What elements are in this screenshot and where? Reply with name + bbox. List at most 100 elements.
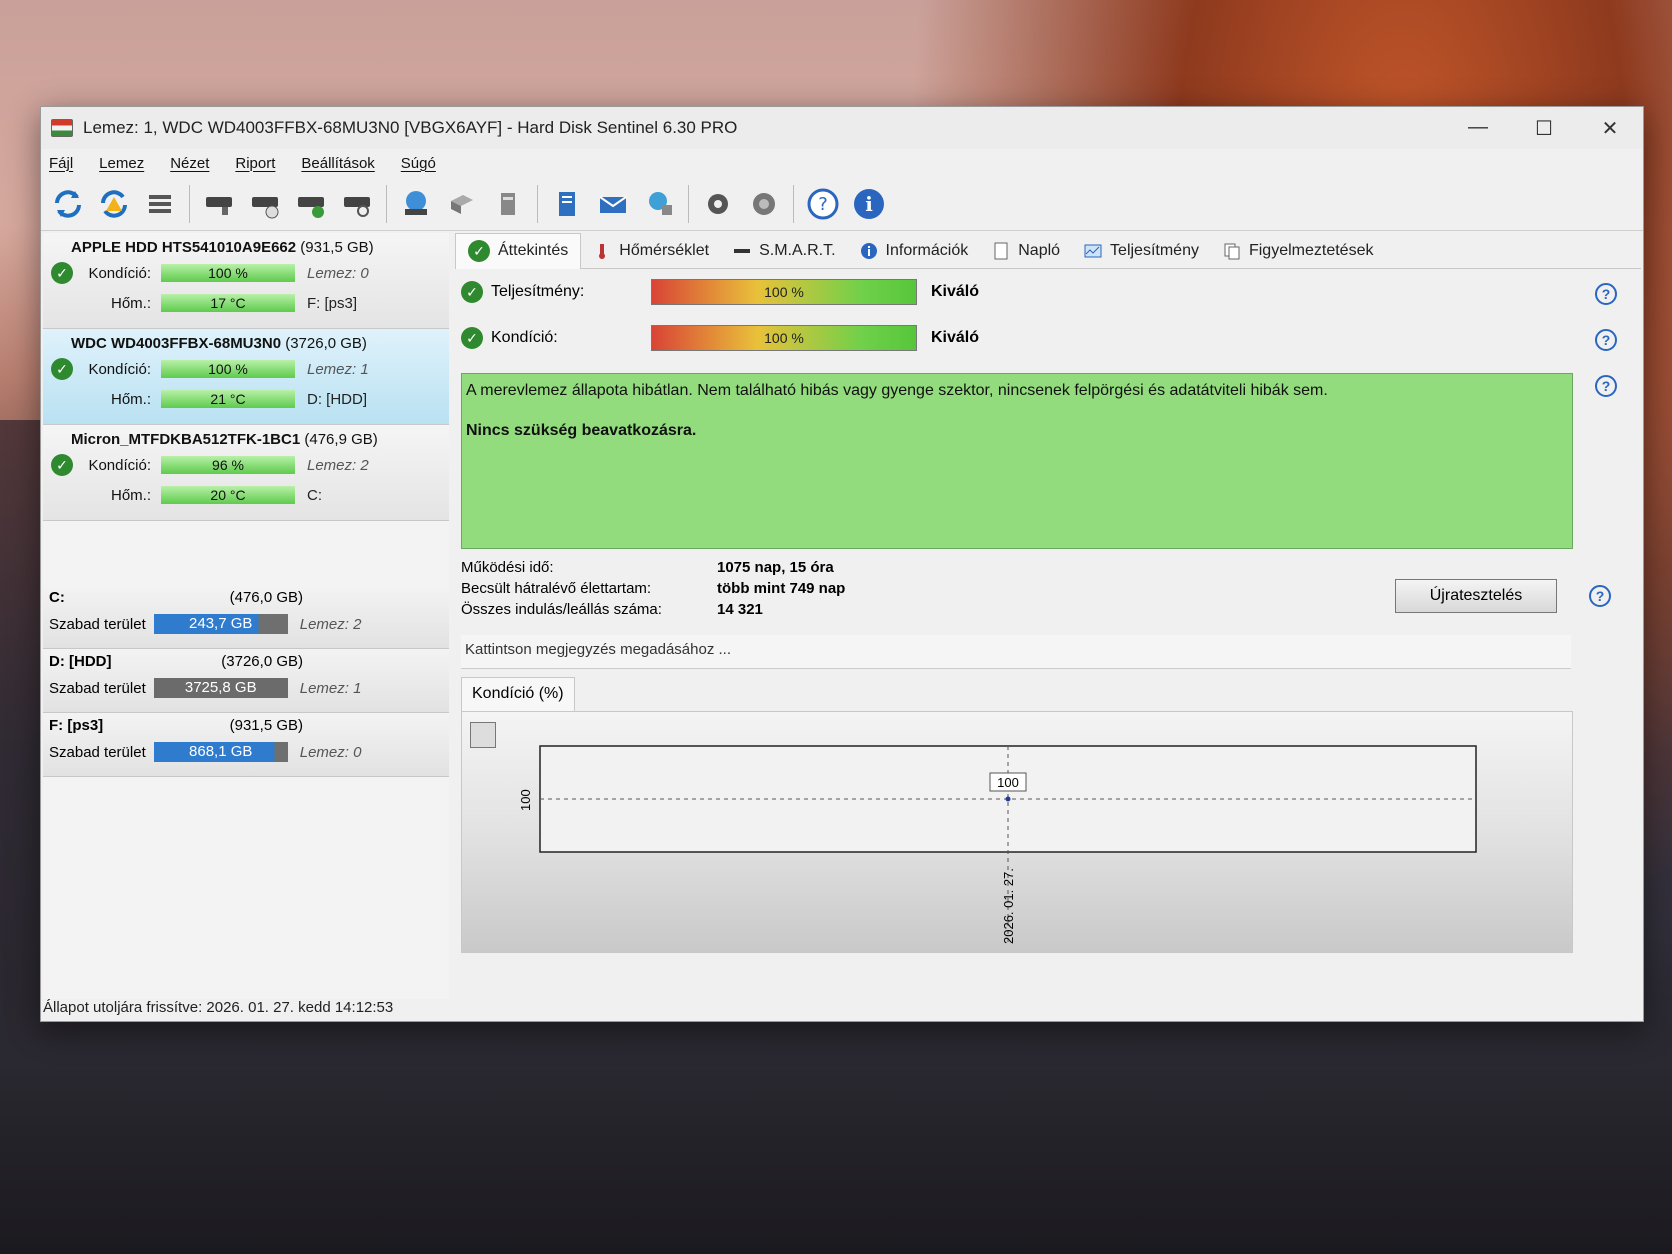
info-icon[interactable]: i xyxy=(849,184,889,224)
globe-disk-icon[interactable] xyxy=(396,184,436,224)
svg-text:?: ? xyxy=(818,194,828,215)
minimize-button[interactable]: — xyxy=(1445,116,1511,141)
temp-bar: 17 °C xyxy=(161,294,295,312)
close-button[interactable]: ✕ xyxy=(1577,116,1643,141)
help-icon[interactable]: ? xyxy=(1595,375,1617,397)
chart-icon xyxy=(1084,244,1102,257)
disk-search-icon[interactable] xyxy=(337,184,377,224)
document-icon xyxy=(994,242,1008,259)
disk-clock-icon[interactable] xyxy=(245,184,285,224)
copy-icon xyxy=(1224,243,1240,259)
details-panel: ✓ Áttekintés Hőmérséklet S.M.A.R.T. Infor… xyxy=(455,232,1641,1003)
chart-tab-condition[interactable]: Kondíció (%) xyxy=(461,677,575,711)
menu-settings[interactable]: Beállítások xyxy=(301,155,374,172)
status-action: Nincs szükség beavatkozásra. xyxy=(466,422,697,439)
free-space-label: Szabad terület xyxy=(49,743,146,761)
tab-information[interactable]: Információk xyxy=(848,233,981,269)
status-message: A merevlemez állapota hibátlan. Nem talá… xyxy=(461,373,1573,549)
menu-disk[interactable]: Lemez xyxy=(99,155,144,172)
app-window: Lemez: 1, WDC WD4003FFBX-68MU3N0 [VBGX6A… xyxy=(40,106,1644,1022)
gear-icon[interactable] xyxy=(698,184,738,224)
app-icon xyxy=(51,119,73,137)
free-space-label: Szabad terület xyxy=(49,615,146,633)
drive-letter: C: xyxy=(307,486,322,504)
temp-label: Hőm.: xyxy=(110,294,151,312)
volume-disk: Lemez: 0 xyxy=(299,743,362,761)
help-icon[interactable]: ? xyxy=(803,184,843,224)
title-bar: Lemez: 1, WDC WD4003FFBX-68MU3N0 [VBGX6A… xyxy=(41,107,1643,149)
chart-svg: 100 100 2026. 01. 27. xyxy=(518,745,1477,944)
disk-icon[interactable] xyxy=(199,184,239,224)
tab-performance[interactable]: Teljesítmény xyxy=(1072,233,1211,269)
condition-rating: Kiváló xyxy=(931,329,980,346)
volume-card-d[interactable]: D: [HDD] (3726,0 GB) Szabad terület 3725,8… xyxy=(43,649,449,713)
window-title: Lemez: 1, WDC WD4003FFBX-68MU3N0 [VBGX6A… xyxy=(83,118,738,137)
x-tick-label: 2026. 01. 27. xyxy=(1001,868,1016,944)
speaker-icon[interactable] xyxy=(744,184,784,224)
email-icon[interactable] xyxy=(593,184,633,224)
check-icon: ✓ xyxy=(51,454,73,476)
condition-label: Kondíció: xyxy=(88,264,151,282)
disk-card-2[interactable]: Micron_MTFDKBA512TFK-1BC1 (476,9 GB) ✓ Ko… xyxy=(43,425,449,521)
free-space-label: Szabad terület xyxy=(49,679,146,697)
info-icon xyxy=(860,242,877,259)
refresh-warning-icon[interactable] xyxy=(94,184,134,224)
tab-strip: ✓ Áttekintés Hőmérséklet S.M.A.R.T. Infor… xyxy=(455,232,1641,269)
network-icon[interactable] xyxy=(639,184,679,224)
disk-capacity: (3726,0 GB) xyxy=(285,335,367,352)
condition-bar: 100 % xyxy=(161,360,295,378)
tab-label: Figyelmeztetések xyxy=(1248,241,1374,259)
menu-file[interactable]: Fájl xyxy=(49,155,73,172)
status-bar: Állapot utoljára frissítve: 2026. 01. 27… xyxy=(41,999,1643,1021)
maximize-button[interactable]: ☐ xyxy=(1511,116,1577,141)
help-icon[interactable]: ? xyxy=(1595,283,1617,305)
help-icon[interactable]: ? xyxy=(1589,585,1611,607)
tab-log[interactable]: Napló xyxy=(980,233,1072,269)
performance-label: Teljesítmény: xyxy=(491,283,585,300)
check-icon: ✓ xyxy=(51,358,73,380)
disk-card-1[interactable]: WDC WD4003FFBX-68MU3N0 (3726,0 GB) ✓ Kond… xyxy=(43,329,449,425)
temp-bar: 20 °C xyxy=(161,486,295,504)
disk-index: Lemez: 1 xyxy=(307,360,369,378)
thermometer-icon xyxy=(599,243,606,259)
drive-box-icon[interactable] xyxy=(442,184,482,224)
temp-bar: 21 °C xyxy=(161,390,295,408)
tab-label: S.M.A.R.T. xyxy=(759,241,836,259)
refresh-icon[interactable] xyxy=(48,184,88,224)
retest-button[interactable]: Újratesztelés xyxy=(1395,579,1557,613)
menu-view[interactable]: Nézet xyxy=(170,155,209,172)
check-icon: ✓ xyxy=(51,262,73,284)
tab-warnings[interactable]: Figyelmeztetések xyxy=(1211,233,1386,269)
list-icon[interactable] xyxy=(140,184,180,224)
tab-smart[interactable]: S.M.A.R.T. xyxy=(721,233,847,269)
disk-card-0[interactable]: APPLE HDD HTS541010A9E662 (931,5 GB) ✓ Ko… xyxy=(43,233,449,329)
smart-icon xyxy=(734,248,751,253)
help-icon[interactable]: ? xyxy=(1595,329,1617,351)
menu-help[interactable]: Súgó xyxy=(401,155,436,172)
tab-overview[interactable]: ✓ Áttekintés xyxy=(455,232,582,269)
server-icon[interactable] xyxy=(488,184,528,224)
condition-label: Kondíció: xyxy=(88,456,151,474)
condition-row: ✓ Kondíció: 100 % Kiváló xyxy=(461,325,979,351)
condition-bar: 96 % xyxy=(161,456,295,474)
disk-name: Micron_MTFDKBA512TFK-1BC1 xyxy=(71,431,301,448)
volume-name: C: xyxy=(49,589,65,606)
data-label: 100 xyxy=(997,775,1019,790)
drive-letter: D: [HDD] xyxy=(307,390,367,408)
volume-disk: Lemez: 2 xyxy=(299,615,362,633)
report-icon[interactable] xyxy=(547,184,587,224)
volume-card-c[interactable]: C: (476,0 GB) Szabad terület 243,7 GB Lemez… xyxy=(43,585,449,649)
note-input[interactable]: Kattintson megjegyzés megadásához ... xyxy=(461,635,1571,669)
svg-text:i: i xyxy=(865,192,873,216)
tab-label: Napló xyxy=(1018,241,1061,259)
check-icon: ✓ xyxy=(461,327,483,349)
data-point xyxy=(1005,796,1011,802)
start-stop-label: Összes indulás/leállás száma: xyxy=(461,601,662,618)
toolbar: ? i xyxy=(41,177,1643,231)
disk-check-icon[interactable] xyxy=(291,184,331,224)
volume-disk: Lemez: 1 xyxy=(299,679,362,697)
volume-card-f[interactable]: F: [ps3] (931,5 GB) Szabad terület 868,1 G… xyxy=(43,713,449,777)
tab-temperature[interactable]: Hőmérséklet xyxy=(581,233,721,269)
menu-report[interactable]: Riport xyxy=(235,155,275,172)
disk-name: APPLE HDD HTS541010A9E662 xyxy=(71,239,297,256)
